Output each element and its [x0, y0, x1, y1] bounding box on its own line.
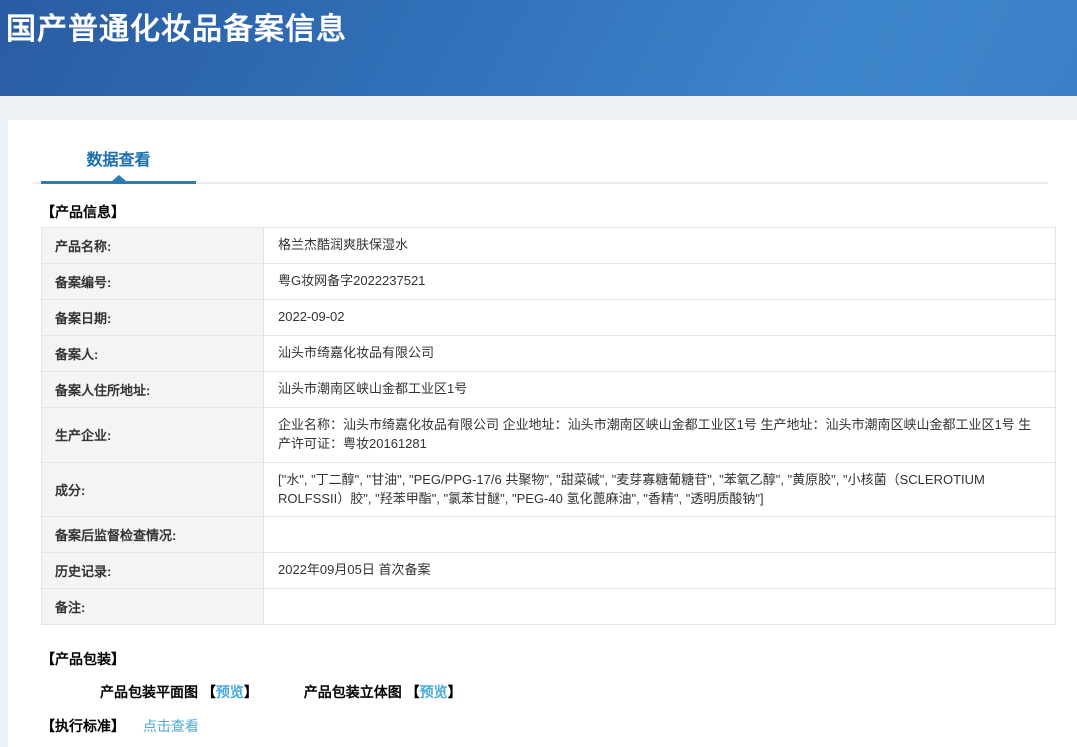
bracket-open: 【: [201, 684, 216, 701]
bracket-open: 【: [405, 684, 420, 701]
exec-standard-row: 【执行标准】 点击查看: [41, 716, 1057, 736]
packaging-flat-label: 产品包装平面图: [100, 684, 198, 701]
table-row: 备案日期: 2022-09-02: [41, 299, 1056, 336]
packaging-flat-item: 产品包装平面图 【预览】: [100, 684, 262, 700]
row-value: [263, 516, 1056, 554]
row-label: 备案人:: [41, 335, 264, 372]
packaging-3d-label: 产品包装立体图: [303, 684, 402, 701]
row-label: 历史记录:: [41, 552, 264, 590]
page-header: 国产普通化妆品备案信息: [0, 0, 1077, 96]
packaging-row: 产品包装平面图 【预览】 产品包装立体图 【预览】: [100, 682, 1057, 702]
row-value: 企业名称：汕头市绮嘉化妆品有限公司 企业地址：汕头市潮南区峡山金都工业区1号 生…: [263, 407, 1056, 463]
table-row: 备案人住所地址: 汕头市潮南区峡山金都工业区1号: [41, 371, 1056, 408]
row-label: 备案编号:: [41, 263, 264, 300]
page-title: 国产普通化妆品备案信息: [6, 13, 347, 46]
product-info-table: 产品名称: 格兰杰酷润爽肤保湿水 备案编号: 粤G妆网备字2022237521 …: [41, 227, 1056, 626]
exec-standard-view-link[interactable]: 点击查看: [143, 718, 199, 734]
exec-standard-label: 【执行标准】: [41, 718, 125, 735]
content-card: 数据查看 【产品信息】 产品名称: 格兰杰酷润爽肤保湿水 备案编号: 粤G妆网备…: [8, 120, 1077, 747]
row-value: 格兰杰酷润爽肤保湿水: [263, 227, 1056, 264]
packaging-3d-preview-link[interactable]: 预览: [420, 684, 448, 700]
table-row: 生产企业: 企业名称：汕头市绮嘉化妆品有限公司 企业地址：汕头市潮南区峡山金都工…: [41, 407, 1056, 463]
table-row: 备注:: [41, 588, 1056, 626]
section-title-packaging: 【产品包装】: [41, 651, 125, 668]
tab-active-underline: [41, 175, 196, 184]
table-row: 成分: ["水", "丁二醇", "甘油", "PEG/PPG-17/6 共聚物…: [41, 461, 1056, 518]
row-value: 汕头市潮南区峡山金都工业区1号: [263, 371, 1056, 408]
table-row: 产品名称: 格兰杰酷润爽肤保湿水: [41, 227, 1056, 264]
table-row: 备案后监督检查情况:: [41, 516, 1056, 554]
table-row: 历史记录: 2022年09月05日 首次备案: [41, 552, 1056, 590]
row-label: 备案日期:: [41, 299, 264, 336]
tab-data-view[interactable]: 数据查看: [41, 146, 196, 184]
packaging-3d-item: 产品包装立体图 【预览】: [304, 684, 462, 700]
bracket-close: 】: [243, 684, 258, 701]
row-value: ["水", "丁二醇", "甘油", "PEG/PPG-17/6 共聚物", "…: [263, 461, 1056, 518]
row-value: [263, 588, 1056, 626]
row-label: 备案后监督检查情况:: [41, 516, 264, 554]
row-value: 2022年09月05日 首次备案: [263, 552, 1056, 590]
tab-caret-icon: [111, 175, 126, 181]
row-label: 成分:: [41, 461, 264, 518]
row-label: 生产企业:: [41, 407, 264, 463]
row-label: 备案人住所地址:: [41, 371, 264, 408]
row-label: 备注:: [41, 588, 264, 626]
row-value: 汕头市绮嘉化妆品有限公司: [263, 335, 1056, 372]
tab-data-view-label: 数据查看: [86, 152, 151, 169]
table-row: 备案人: 汕头市绮嘉化妆品有限公司: [41, 335, 1056, 372]
packaging-flat-preview-link[interactable]: 预览: [216, 684, 244, 700]
row-value: 粤G妆网备字2022237521: [263, 263, 1056, 300]
bracket-close: 】: [447, 684, 462, 701]
row-label: 产品名称:: [41, 227, 264, 264]
row-value: 2022-09-02: [263, 299, 1056, 336]
section-title-product-info: 【产品信息】: [41, 204, 125, 220]
table-row: 备案编号: 粤G妆网备字2022237521: [41, 263, 1056, 300]
tab-bar: 数据查看: [33, 146, 1048, 184]
